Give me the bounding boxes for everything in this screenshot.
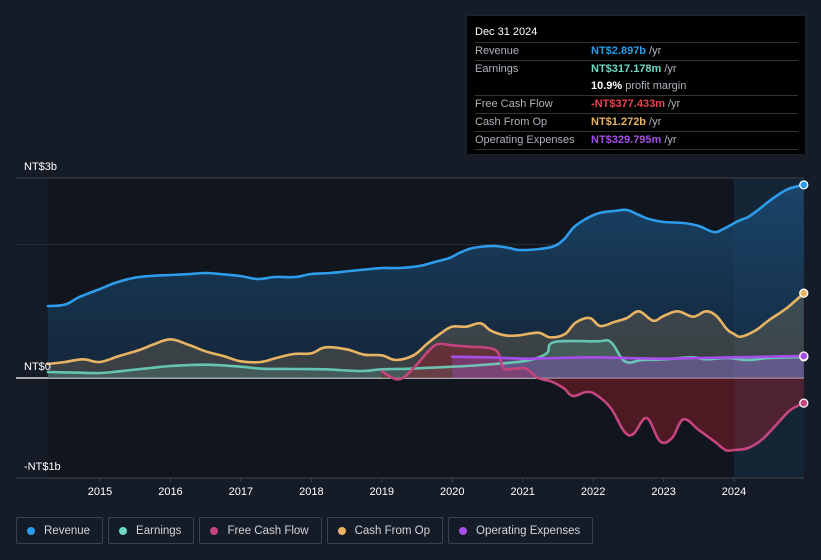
y-tick-label: NT$0 (24, 361, 51, 373)
tooltip-row-value: NT$2.897b (591, 45, 647, 57)
tooltip-row: Revenue NT$2.897b/yr (475, 43, 798, 61)
tooltip-row-label: Cash From Op (475, 116, 548, 128)
legend-label: Free Cash Flow (227, 524, 309, 537)
legend-item-free-cash-flow[interactable]: Free Cash Flow (199, 517, 322, 544)
legend-item-cash-from-op[interactable]: Cash From Op (326, 517, 444, 544)
tooltip-row-unit: /yr (649, 116, 662, 128)
legend-label: Revenue (44, 524, 91, 537)
x-tick-label: 2019 (370, 486, 394, 498)
x-tick-label: 2022 (581, 486, 605, 498)
x-tick-label: 2015 (88, 486, 112, 498)
legend-label: Cash From Op (354, 524, 431, 537)
x-axis: 2015 2016 2017 2018 2019 2020 2021 2022 2023 2024 (16, 477, 804, 498)
tooltip-row-label: Free Cash Flow (475, 98, 553, 110)
x-tick-label: 2020 (440, 486, 464, 498)
tooltip-row-label (475, 78, 591, 95)
tooltip-row-value: NT$329.795m (591, 134, 662, 146)
tooltip-row: 10.9% profit margin (475, 78, 798, 96)
tooltip-row-unit: /yr (649, 45, 662, 57)
x-tick-label: 2023 (651, 486, 675, 498)
legend-dot-icon (337, 526, 346, 535)
x-tick-label: 2021 (510, 486, 534, 498)
tooltip-date: Dec 31 2024 (475, 24, 798, 43)
legend-item-earnings[interactable]: Earnings (108, 517, 195, 544)
tooltip-row: Cash From Op NT$1.272b/yr (475, 114, 798, 132)
legend-dot-icon (210, 526, 219, 535)
operating-expenses-end-marker (799, 351, 809, 361)
y-tick-label: NT$3b (24, 161, 57, 173)
tooltip-row: Earnings NT$317.178m/yr (475, 61, 798, 78)
x-tick-label: 2017 (229, 486, 253, 498)
tooltip-row: Operating Expenses NT$329.795m/yr (475, 132, 798, 150)
legend-dot-icon (27, 526, 35, 535)
tooltip-row-label: Earnings (475, 63, 519, 75)
tooltip-row-label: Revenue (475, 45, 520, 57)
tooltip-row: Free Cash Flow -NT$377.433m/yr (475, 96, 798, 114)
legend-dot-icon (459, 526, 468, 535)
free-cash-flow-end-marker (799, 398, 809, 408)
legend-label: Earnings (136, 524, 182, 537)
tooltip-row-value: 10.9% (591, 80, 623, 92)
tooltip-row-value: NT$317.178m (591, 63, 662, 75)
tooltip-row-label: Operating Expenses (475, 134, 575, 146)
revenue-end-marker (799, 180, 809, 190)
legend: Revenue Earnings Free Cash Flow Cash From O… (16, 517, 594, 544)
y-tick-label: -NT$1b (24, 461, 61, 473)
tooltip-row-value: NT$1.272b (591, 116, 647, 128)
legend-label: Operating Expenses (476, 524, 581, 537)
x-tick-label: 2018 (299, 486, 323, 498)
tooltip-row-unit: profit margin (625, 80, 687, 92)
cash-from-op-end-marker (799, 288, 809, 298)
tooltip-row-unit: /yr (664, 134, 677, 146)
x-tick-label: 2024 (722, 486, 746, 498)
tooltip: Dec 31 2024 Revenue NT$2.897b/yr Earnings N… (466, 15, 806, 155)
legend-item-operating-expenses[interactable]: Operating Expenses (448, 517, 594, 544)
legend-item-revenue[interactable]: Revenue (16, 517, 104, 544)
legend-dot-icon (119, 526, 128, 535)
tooltip-row-unit: /yr (664, 63, 677, 75)
tooltip-row-unit: /yr (668, 98, 681, 110)
x-tick-label: 2016 (158, 486, 182, 498)
tooltip-row-value: -NT$377.433m (591, 98, 665, 110)
